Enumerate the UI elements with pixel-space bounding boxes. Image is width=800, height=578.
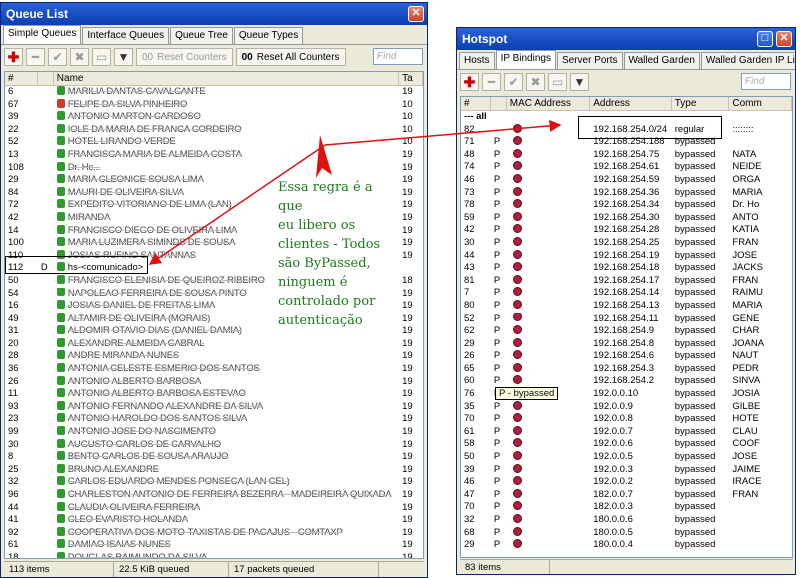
arrow-to-comunicado [148, 144, 326, 265]
arrow-to-regular-rule [324, 119, 562, 146]
arrow-tail [316, 135, 332, 178]
annotation-arrows [148, 119, 562, 265]
